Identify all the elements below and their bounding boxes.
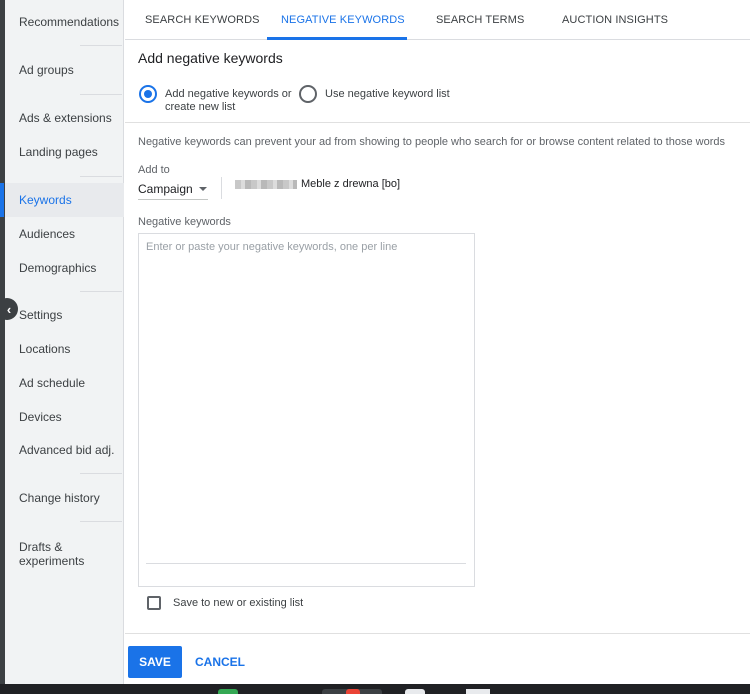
textarea-underline [146,563,466,564]
taskbar-app-icon[interactable] [346,689,360,694]
sidebar-item-locations[interactable]: Locations [5,342,124,356]
textarea-placeholder: Enter or paste your negative keywords, o… [146,241,398,253]
cancel-button[interactable]: CANCEL [195,646,245,678]
save-to-list-checkbox[interactable] [147,596,161,610]
vertical-separator [221,177,222,199]
sidebar-divider [80,94,122,95]
dropdown-arrow-icon [198,186,207,191]
sidebar-divider [80,291,122,292]
sidebar-item-ad-groups[interactable]: Ad groups [5,63,124,77]
sidebar-divider [80,473,122,474]
sidebar-item-drafts-experiments[interactable]: Drafts & experiments [5,540,95,568]
sidebar-item-change-history[interactable]: Change history [5,491,124,505]
redacted-text [235,180,297,189]
form-title: Add negative keywords [138,50,283,66]
sidebar-item-recommendations[interactable]: Recommendations [5,15,124,29]
radio-add-new[interactable] [139,85,157,103]
taskbar-app-icon[interactable] [405,689,425,694]
footer-divider [125,633,750,634]
add-to-value: Campaign [138,181,193,196]
description-text: Negative keywords can prevent your ad fr… [138,136,725,148]
sidebar-item-settings[interactable]: Settings [5,308,124,322]
tab-bar: SEARCH KEYWORDS NEGATIVE KEYWORDS SEARCH… [125,0,750,40]
sidebar-divider [80,45,122,46]
add-to-select[interactable]: Campaign [138,178,208,200]
radio-use-list-label[interactable]: Use negative keyword list [325,88,450,101]
sidebar-item-landing-pages[interactable]: Landing pages [5,145,124,159]
tab-search-keywords[interactable]: SEARCH KEYWORDS [145,0,260,40]
sidebar-item-devices[interactable]: Devices [5,410,124,424]
sidebar-item-ads-extensions[interactable]: Ads & extensions [5,111,124,125]
taskbar-app-icon[interactable] [466,689,490,694]
sidebar-item-demographics[interactable]: Demographics [5,261,124,275]
negative-keywords-label: Negative keywords [138,216,231,228]
save-to-list-label[interactable]: Save to new or existing list [173,597,303,609]
add-to-label: Add to [138,164,170,176]
save-button[interactable]: SAVE [128,646,182,678]
sidebar-item-ad-schedule[interactable]: Ad schedule [5,376,124,390]
sidebar-divider [80,521,122,522]
sidebar-item-keywords[interactable]: Keywords [0,183,124,217]
tab-search-terms[interactable]: SEARCH TERMS [436,0,524,40]
sidebar: Recommendations Ad groups Ads & extensio… [0,0,124,684]
taskbar-app-icon[interactable] [218,689,238,694]
sidebar-divider [80,176,122,177]
sidebar-item-advanced-bid-adj[interactable]: Advanced bid adj. [5,443,124,457]
tab-auction-insights[interactable]: AUCTION INSIGHTS [562,0,668,40]
divider [125,122,750,123]
campaign-name: Meble z drewna [bo] [301,178,401,190]
taskbar [0,684,750,694]
sidebar-item-audiences[interactable]: Audiences [5,227,124,241]
negative-keywords-textarea[interactable]: Enter or paste your negative keywords, o… [138,233,475,587]
tab-negative-keywords[interactable]: NEGATIVE KEYWORDS [281,0,405,40]
active-tab-indicator [267,37,407,40]
radio-use-list[interactable] [299,85,317,103]
